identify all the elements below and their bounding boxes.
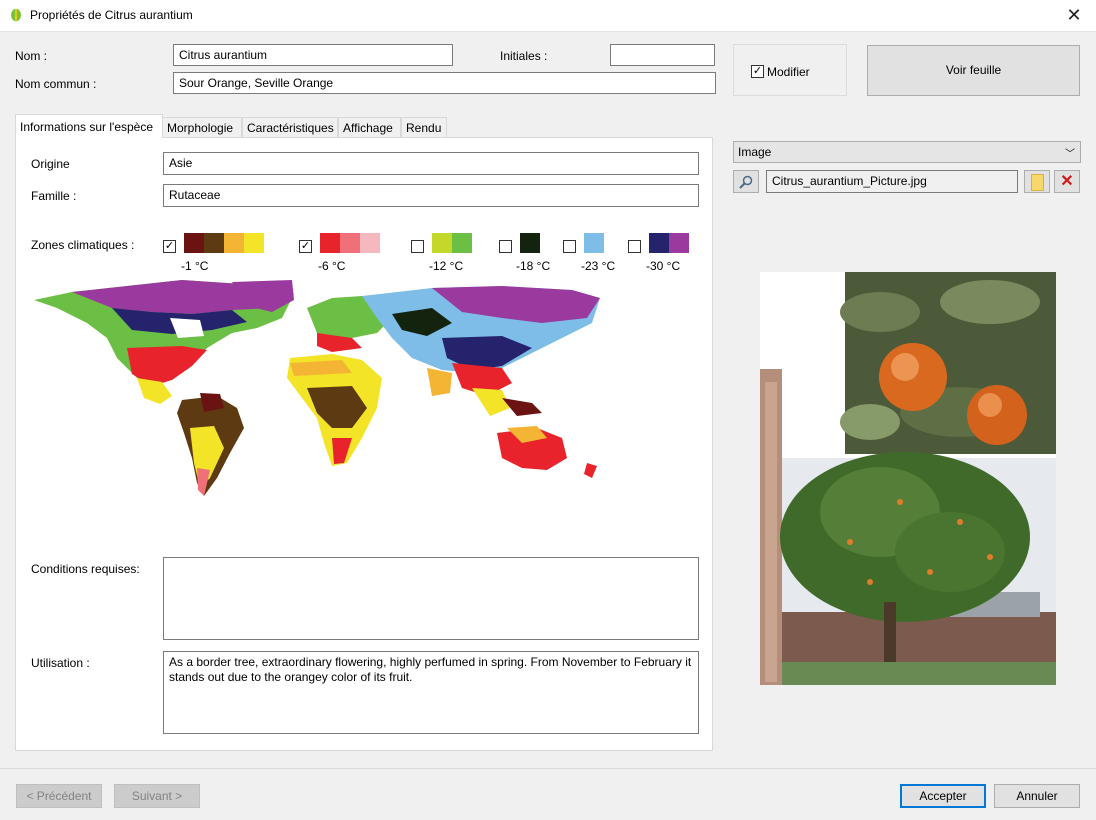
zone-5-checkbox[interactable] bbox=[563, 240, 576, 253]
nom-label: Nom : bbox=[15, 49, 48, 63]
modifier-box: ✓ Modifier bbox=[733, 44, 847, 96]
chevron-down-icon: ﹀ bbox=[1065, 149, 1075, 160]
zone-6-temp: -30 °C bbox=[646, 259, 681, 273]
zone-3-swatches bbox=[432, 233, 472, 253]
origine-label: Origine bbox=[31, 157, 70, 171]
climate-zones-map bbox=[32, 278, 602, 503]
zone-4-checkbox[interactable] bbox=[499, 240, 512, 253]
zone-3-temp: -12 °C bbox=[429, 259, 464, 273]
footer-separator bbox=[0, 768, 1096, 769]
delete-icon[interactable]: ✕ bbox=[1054, 170, 1080, 193]
zone-2-checkbox[interactable]: ✓ bbox=[299, 240, 312, 253]
zone-4-swatches bbox=[520, 233, 540, 253]
cancel-button[interactable]: Annuler bbox=[994, 784, 1080, 808]
close-icon[interactable]: ✕ bbox=[1062, 4, 1086, 26]
modifier-checkbox[interactable]: ✓ bbox=[751, 65, 764, 78]
next-button[interactable]: Suivant > bbox=[114, 784, 200, 808]
zone-2-temp: -6 °C bbox=[318, 259, 346, 273]
zones-climatiques-label: Zones climatiques : bbox=[31, 238, 135, 252]
tab-caracteristiques[interactable]: Caractéristiques bbox=[242, 117, 338, 137]
previous-button[interactable]: < Précédent bbox=[16, 784, 102, 808]
zone-5-swatches bbox=[584, 233, 604, 253]
accept-button[interactable]: Accepter bbox=[900, 784, 986, 808]
tab-morphologie[interactable]: Morphologie bbox=[162, 117, 242, 137]
tab-informations[interactable]: Informations sur l'espèce bbox=[15, 114, 163, 138]
tab-rendu[interactable]: Rendu bbox=[401, 117, 447, 137]
image-filename-field[interactable]: Citrus_aurantium_Picture.jpg bbox=[766, 170, 1018, 193]
zone-1-temp: -1 °C bbox=[181, 259, 209, 273]
species-picture bbox=[760, 272, 1056, 685]
voir-feuille-button[interactable]: Voir feuille bbox=[867, 45, 1080, 96]
initiales-input[interactable] bbox=[610, 44, 715, 66]
utilisation-label: Utilisation : bbox=[31, 656, 90, 670]
tab-affichage[interactable]: Affichage bbox=[338, 117, 401, 137]
image-type-select[interactable]: Image ﹀ bbox=[733, 141, 1081, 163]
zone-5-temp: -23 °C bbox=[581, 259, 616, 273]
image-type-value: Image bbox=[738, 145, 772, 159]
zone-4-temp: -18 °C bbox=[516, 259, 551, 273]
app-leaf-icon bbox=[11, 8, 21, 22]
zone-3-checkbox[interactable] bbox=[411, 240, 424, 253]
zone-1-swatches bbox=[184, 233, 264, 253]
title-bar: Propriétés de Citrus aurantium ✕ bbox=[0, 0, 1096, 32]
zone-2-swatches bbox=[320, 233, 380, 253]
zone-6-checkbox[interactable] bbox=[628, 240, 641, 253]
nom-input[interactable]: Citrus aurantium bbox=[173, 44, 453, 66]
conditions-input[interactable] bbox=[163, 557, 699, 640]
origine-input[interactable]: Asie bbox=[163, 152, 699, 175]
folder-icon[interactable] bbox=[1024, 170, 1050, 193]
window-title: Propriétés de Citrus aurantium bbox=[30, 8, 193, 22]
zone-6-swatches bbox=[649, 233, 689, 253]
zone-1-checkbox[interactable]: ✓ bbox=[163, 240, 176, 253]
modifier-label: Modifier bbox=[767, 65, 810, 79]
nom-commun-input[interactable]: Sour Orange, Seville Orange bbox=[173, 72, 716, 94]
famille-input[interactable]: Rutaceae bbox=[163, 184, 699, 207]
famille-label: Famille : bbox=[31, 189, 77, 203]
utilisation-textarea[interactable]: As a border tree, extraordinary flowerin… bbox=[163, 651, 699, 734]
conditions-label: Conditions requises: bbox=[31, 562, 140, 576]
initiales-label: Initiales : bbox=[500, 49, 548, 63]
nom-commun-label: Nom commun : bbox=[15, 77, 97, 91]
search-icon[interactable] bbox=[733, 170, 759, 193]
